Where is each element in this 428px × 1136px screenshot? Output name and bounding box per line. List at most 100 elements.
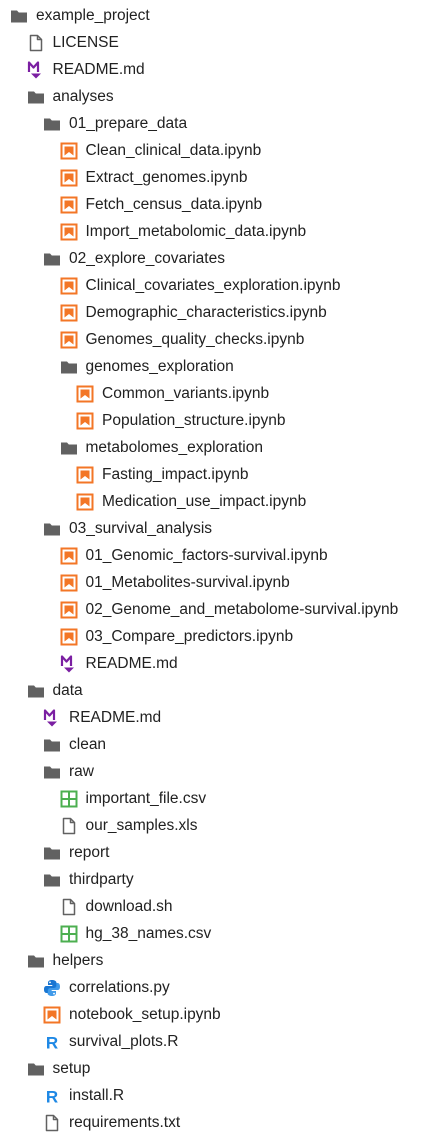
tree-file-row[interactable]: 03_Compare_predictors.ipynb (60, 623, 293, 650)
tree-item-label: setup (52, 1060, 91, 1077)
tree-file-row[interactable]: important_file.csv (60, 785, 207, 812)
tree-item-label: README.md (69, 709, 162, 726)
notebook-icon (60, 547, 78, 565)
tree-item-label: important_file.csv (85, 790, 207, 807)
tree-item-label: 01_Genomic_factors-survival.ipynb (85, 547, 328, 564)
tree-file-row[interactable]: Fasting_impact.ipynb (76, 461, 248, 488)
tree-file-row[interactable]: correlations.py (43, 974, 170, 1001)
tree-item-label: notebook_setup.ipynb (69, 1006, 221, 1023)
notebook-icon (60, 277, 78, 295)
tree-file-row[interactable]: README.md (60, 650, 178, 677)
tree-folder-row[interactable]: thirdparty (43, 866, 134, 893)
tree-item-label: Common_variants.ipynb (102, 385, 270, 402)
r-file-icon: R (43, 1033, 61, 1051)
file-tree: example_project LICENSE README.md analyses 0… (0, 0, 428, 1133)
tree-folder-row[interactable]: clean (43, 731, 106, 758)
tree-file-row[interactable]: Clean_clinical_data.ipynb (60, 137, 261, 164)
tree-folder-row[interactable]: 03_survival_analysis (43, 515, 212, 542)
file-icon (60, 898, 78, 916)
notebook-icon (60, 142, 78, 160)
tree-folder-row[interactable]: metabolomes_exploration (60, 434, 264, 461)
tree-file-row[interactable]: Population_structure.ipynb (76, 407, 286, 434)
tree-item-label: data (52, 682, 83, 699)
tree-folder-row[interactable]: report (43, 839, 110, 866)
file-icon (60, 817, 78, 835)
tree-item-label: Extract_genomes.ipynb (85, 169, 248, 186)
tree-item-label: 03_survival_analysis (69, 520, 213, 537)
folder-icon (60, 358, 78, 376)
svg-text:R: R (46, 1033, 58, 1051)
tree-item-label: Demographic_characteristics.ipynb (85, 304, 327, 321)
tree-file-row[interactable]: Genomes_quality_checks.ipynb (60, 326, 304, 353)
tree-item-label: example_project (36, 7, 150, 24)
tree-folder-row[interactable]: genomes_exploration (60, 353, 234, 380)
tree-file-row[interactable]: our_samples.xls (60, 812, 198, 839)
tree-file-row[interactable]: Common_variants.ipynb (76, 380, 269, 407)
folder-icon (27, 682, 45, 700)
tree-file-row[interactable]: Import_metabolomic_data.ipynb (60, 218, 307, 245)
notebook-icon (76, 412, 94, 430)
notebook-icon (60, 574, 78, 592)
tree-file-row[interactable]: LICENSE (27, 29, 119, 56)
svg-text:R: R (46, 1087, 58, 1105)
tree-item-label: report (69, 844, 110, 861)
tree-item-label: download.sh (85, 898, 173, 915)
tree-file-row[interactable]: Medication_use_impact.ipynb (76, 488, 306, 515)
tree-file-row[interactable]: notebook_setup.ipynb (43, 1001, 221, 1028)
tree-item-label: 01_prepare_data (69, 115, 188, 132)
file-icon (27, 34, 45, 52)
spreadsheet-icon (60, 790, 78, 808)
tree-folder-row[interactable]: analyses (27, 83, 114, 110)
tree-file-row[interactable]: Rsurvival_plots.R (43, 1028, 179, 1055)
tree-item-label: hg_38_names.csv (85, 925, 212, 942)
tree-item-label: analyses (52, 88, 114, 105)
tree-item-label: genomes_exploration (85, 358, 234, 375)
tree-folder-row[interactable]: raw (43, 758, 94, 785)
tree-item-label: Fasting_impact.ipynb (102, 466, 249, 483)
tree-file-row[interactable]: 02_Genome_and_metabolome-survival.ipynb (60, 596, 399, 623)
notebook-icon (76, 466, 94, 484)
tree-item-label: raw (69, 763, 94, 780)
markdown-icon (27, 60, 45, 79)
tree-file-row[interactable]: download.sh (60, 893, 173, 920)
tree-file-row[interactable]: Rinstall.R (43, 1082, 124, 1109)
tree-item-label: LICENSE (52, 34, 119, 51)
tree-file-row[interactable]: requirements.txt (43, 1109, 180, 1136)
tree-item-label: our_samples.xls (85, 817, 198, 834)
tree-item-label: Medication_use_impact.ipynb (102, 493, 307, 510)
tree-item-label: survival_plots.R (69, 1033, 179, 1050)
tree-item-label: Import_metabolomic_data.ipynb (85, 223, 307, 240)
tree-item-label: 02_explore_covariates (69, 250, 225, 267)
notebook-icon (76, 493, 94, 511)
tree-file-row[interactable]: Demographic_characteristics.ipynb (60, 299, 327, 326)
folder-icon (27, 88, 45, 106)
folder-icon (27, 952, 45, 970)
tree-folder-row[interactable]: example_project (10, 2, 150, 29)
tree-folder-row[interactable]: helpers (27, 947, 103, 974)
tree-item-label: Fetch_census_data.ipynb (85, 196, 263, 213)
tree-file-row[interactable]: Extract_genomes.ipynb (60, 164, 248, 191)
tree-item-label: 02_Genome_and_metabolome-survival.ipynb (85, 601, 399, 618)
tree-item-label: thirdparty (69, 871, 134, 888)
notebook-icon (60, 331, 78, 349)
tree-folder-row[interactable]: data (27, 677, 83, 704)
tree-item-label: metabolomes_exploration (85, 439, 264, 456)
tree-file-row[interactable]: 01_Metabolites-survival.ipynb (60, 569, 290, 596)
tree-folder-row[interactable]: setup (27, 1055, 91, 1082)
tree-file-row[interactable]: Fetch_census_data.ipynb (60, 191, 263, 218)
tree-item-label: requirements.txt (69, 1114, 181, 1131)
tree-folder-row[interactable]: 02_explore_covariates (43, 245, 225, 272)
markdown-icon (60, 654, 78, 673)
tree-folder-row[interactable]: 01_prepare_data (43, 110, 187, 137)
notebook-icon (43, 1006, 61, 1024)
tree-file-row[interactable]: hg_38_names.csv (60, 920, 212, 947)
folder-icon (43, 736, 61, 754)
tree-file-row[interactable]: 01_Genomic_factors-survival.ipynb (60, 542, 328, 569)
notebook-icon (60, 601, 78, 619)
tree-item-label: README.md (85, 655, 178, 672)
folder-icon (43, 763, 61, 781)
markdown-icon (43, 708, 61, 727)
tree-file-row[interactable]: Clinical_covariates_exploration.ipynb (60, 272, 341, 299)
tree-file-row[interactable]: README.md (43, 704, 161, 731)
tree-file-row[interactable]: README.md (27, 56, 145, 83)
